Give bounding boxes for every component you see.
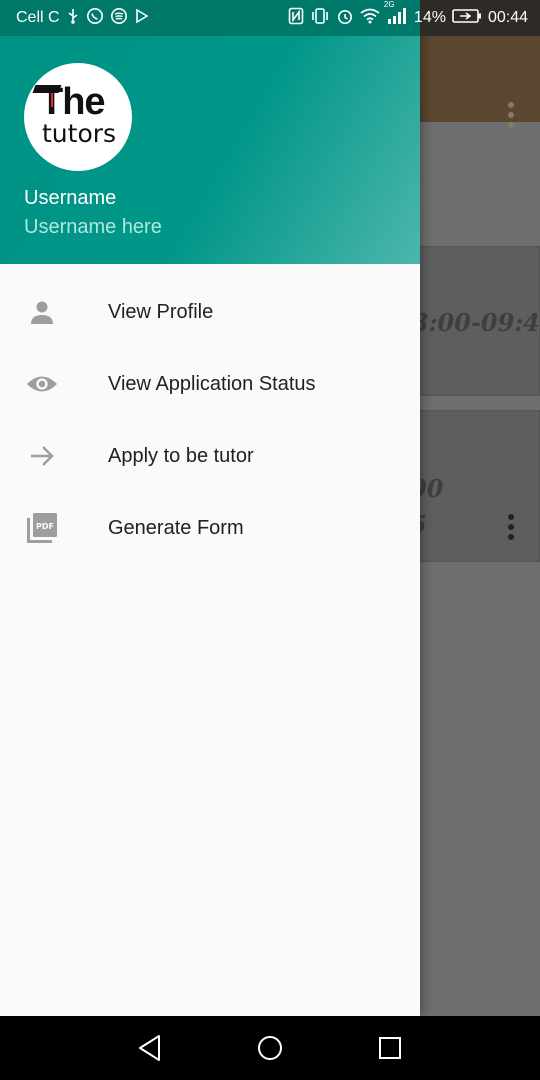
graduation-cap-icon [32, 85, 62, 93]
logo-text-tutors: tutors [42, 119, 117, 148]
username-value: Username here [24, 216, 162, 238]
person-icon [26, 296, 58, 328]
menu-item-view-application-status[interactable]: View Application Status [0, 348, 420, 420]
svg-text:PDF: PDF [36, 522, 54, 531]
menu-item-label: Generate Form [108, 516, 244, 539]
navigation-drawer: The tutors Username Username here View P… [0, 0, 420, 1016]
play-store-icon [134, 8, 150, 29]
whatsapp-icon [86, 7, 104, 30]
system-nav-bar [0, 1016, 540, 1080]
alarm-icon [336, 7, 354, 30]
menu-item-label: View Profile [108, 300, 214, 323]
schedule-time-text: 3:00-09:45 [412, 308, 540, 337]
signal-icon: 2G [384, 0, 408, 29]
menu-item-label: Apply to be tutor [108, 444, 254, 467]
back-button[interactable] [135, 1033, 165, 1063]
menu-item-apply-to-be-tutor[interactable]: Apply to be tutor [0, 420, 420, 492]
avatar[interactable]: The tutors [24, 63, 132, 171]
username-label: Username [24, 187, 117, 209]
menu-item-view-profile[interactable]: View Profile [0, 276, 420, 348]
spotify-icon [110, 7, 128, 30]
battery-percent: 14% [413, 9, 446, 26]
menu-item-label: View Application Status [108, 372, 316, 395]
clock-label: 00:44 [487, 9, 528, 26]
pdf-icon: PDF [26, 512, 58, 544]
drawer-menu: View Profile View Application Status App… [0, 276, 420, 564]
status-bar: Cell C 2G 14% 00:44 [0, 0, 540, 36]
wifi-icon [360, 8, 380, 29]
tassel-icon [51, 93, 53, 107]
overflow-menu-icon[interactable] [508, 102, 514, 128]
card-overflow-icon[interactable] [508, 514, 514, 540]
battery-charging-icon [452, 8, 482, 29]
arrow-right-icon [26, 440, 58, 472]
home-button[interactable] [255, 1033, 285, 1063]
usb-icon [66, 8, 80, 29]
network-type-label: 2G [383, 0, 395, 9]
recents-button[interactable] [375, 1033, 405, 1063]
carrier-label: Cell C [16, 9, 60, 26]
eye-icon [26, 368, 58, 400]
drawer-header: The tutors Username Username here [0, 0, 420, 264]
vibrate-icon [310, 7, 330, 30]
menu-item-generate-form[interactable]: PDF Generate Form [0, 492, 420, 564]
nfc-icon [288, 7, 304, 30]
